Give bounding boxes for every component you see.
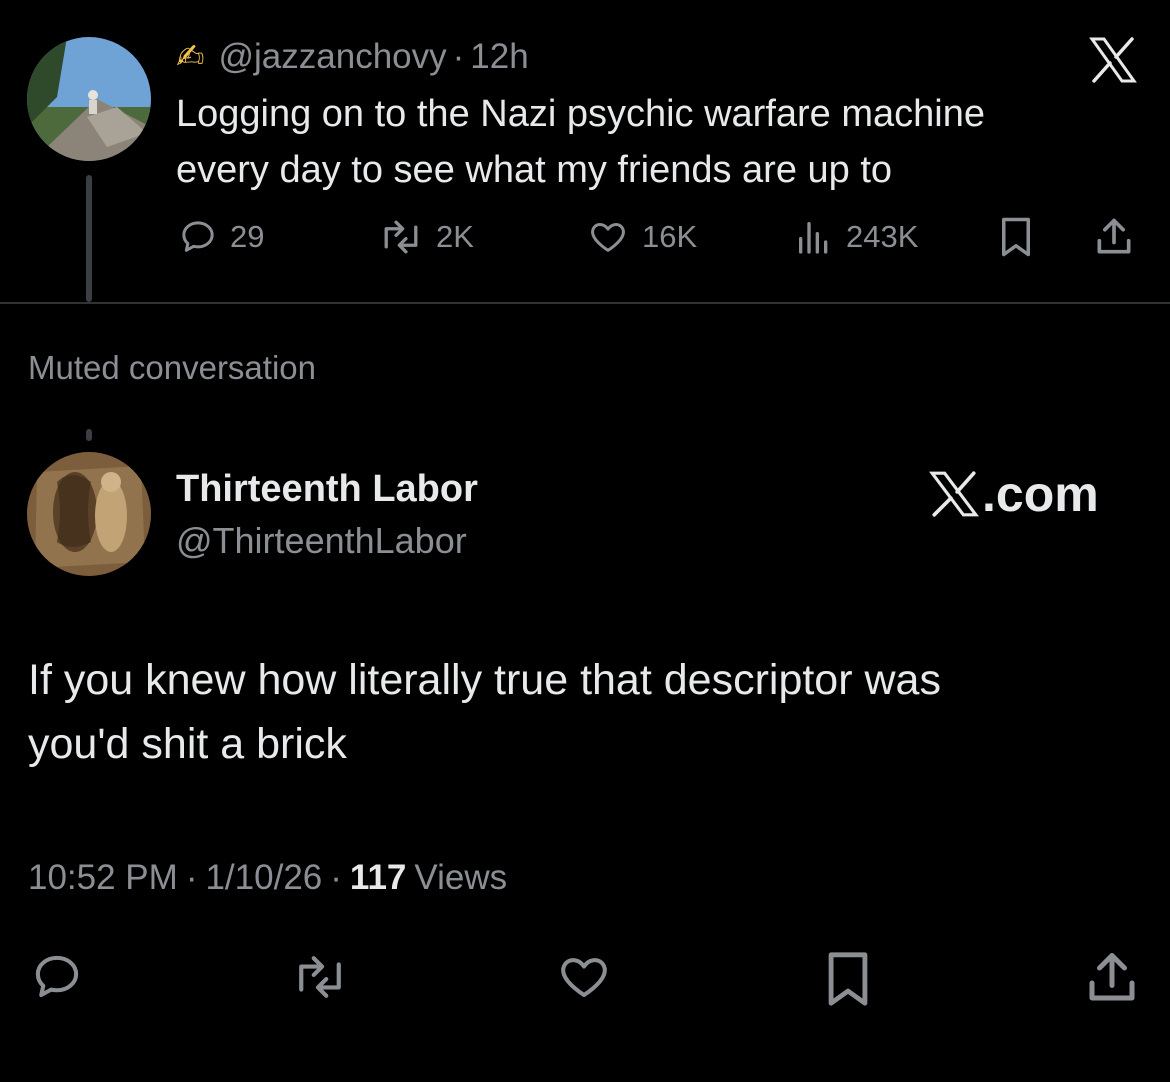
quoted-handle[interactable]: @jazzanchovy (219, 37, 447, 77)
x-com-logo[interactable]: .com (928, 466, 1099, 522)
meta-separator: · (330, 858, 342, 897)
post-handle[interactable]: @ThirteenthLabor (176, 518, 467, 564)
bookmark-button[interactable] (822, 950, 874, 1008)
quoted-reply-button[interactable]: 29 (178, 214, 264, 260)
quoted-text-line1: Logging on to the Nazi psychic warfare m… (176, 93, 986, 135)
quoted-text-line2: every day to see what my friends are up … (176, 149, 893, 191)
post-meta: 10:52 PM · 1/10/26 · 117 Views (28, 856, 507, 900)
reply-icon (182, 221, 214, 252)
x-logo-suffix: .com (982, 466, 1099, 522)
close-button[interactable] (1088, 35, 1138, 85)
post-text-line2: you'd shit a brick (28, 720, 347, 768)
quoted-header: ✍ @jazzanchovy · 12h (176, 34, 529, 80)
quoted-like-button[interactable]: 16K (586, 214, 697, 260)
avatar-bronze-relief (27, 452, 151, 576)
like-count: 16K (642, 219, 698, 254)
reply-icon (35, 955, 79, 998)
quoted-timestamp[interactable]: 12h (470, 37, 528, 77)
post-date[interactable]: 1/10/26 (205, 856, 322, 900)
avatar-thirteenthlabor[interactable] (27, 452, 151, 576)
x-logo-icon (929, 471, 979, 517)
views-count: 243K (846, 219, 919, 254)
repost-icon (384, 220, 418, 254)
views-count[interactable]: 117 (350, 856, 406, 900)
share-icon (1089, 953, 1135, 1001)
share-button[interactable] (1082, 948, 1142, 1008)
post-time[interactable]: 10:52 PM (28, 856, 178, 900)
heart-icon (591, 223, 625, 252)
bookmark-icon (1002, 217, 1030, 257)
x-logo-icon (1089, 37, 1137, 83)
quoted-repost-button[interactable]: 2K (378, 214, 474, 260)
display-name[interactable]: Thirteenth Labor (176, 466, 478, 512)
analytics-icon (799, 222, 828, 254)
avatar-photo (27, 37, 151, 161)
repost-button[interactable] (286, 952, 354, 1002)
like-button[interactable] (554, 950, 614, 1004)
repost-count: 2K (436, 219, 474, 254)
reply-count: 29 (230, 219, 265, 254)
thread-connector-stub (86, 429, 92, 441)
share-icon (1097, 218, 1131, 254)
quoted-bookmark-button[interactable] (998, 216, 1034, 258)
post-text-line1: If you knew how literally true that desc… (28, 656, 941, 704)
views-label: Views (414, 858, 508, 897)
muted-conversation-label: Muted conversation (28, 349, 316, 386)
quoted-views-button[interactable]: 243K (794, 214, 918, 260)
quoted-share-button[interactable] (1092, 215, 1136, 259)
post-text: If you knew how literally true that desc… (28, 648, 1138, 776)
heart-icon (561, 958, 607, 998)
reply-button[interactable] (28, 950, 86, 1004)
bookmark-icon (828, 952, 868, 1006)
avatar-jazzanchovy[interactable] (27, 37, 151, 161)
thread-connector (86, 175, 92, 302)
divider (0, 302, 1170, 304)
meta-separator: · (185, 858, 198, 897)
writing-hand-emoji: ✍ (176, 37, 205, 77)
repost-icon (299, 956, 341, 998)
header-separator: · (452, 37, 465, 76)
quoted-text: Logging on to the Nazi psychic warfare m… (176, 86, 1136, 198)
